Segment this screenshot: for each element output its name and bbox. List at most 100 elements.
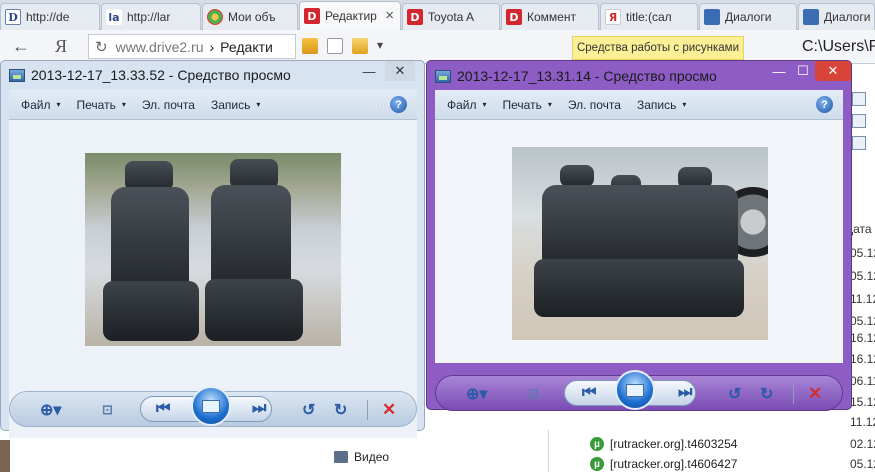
sidebar-item-video[interactable]: Видео xyxy=(334,450,389,464)
menu-burn[interactable]: Запись ▾ xyxy=(211,98,260,112)
separator xyxy=(367,400,368,420)
document-icon[interactable] xyxy=(327,38,343,54)
previous-icon[interactable]: ⏮ xyxy=(156,400,170,418)
menu-label: Файл xyxy=(447,97,477,112)
browser-tab[interactable]: Диалоги xyxy=(699,3,797,30)
menu-email[interactable]: Эл. почта xyxy=(142,98,195,112)
menu-file[interactable]: Файл ▾ xyxy=(447,98,487,112)
slideshow-button[interactable] xyxy=(615,370,655,410)
menu-label: Эл. почта xyxy=(141,97,195,112)
minimize-button[interactable]: — xyxy=(356,61,382,81)
window-title-text: 2013-12-17_13.33.52 - Средство просмо xyxy=(31,67,291,83)
help-icon[interactable]: ? xyxy=(390,96,407,113)
menu-print[interactable]: Печать ▾ xyxy=(503,98,552,112)
reload-icon[interactable]: ↻ xyxy=(95,38,108,56)
address-page: Редакти xyxy=(220,38,273,55)
back-arrow-icon[interactable]: ← xyxy=(12,36,30,57)
desktop-strip xyxy=(0,440,10,472)
browser-tab[interactable]: Мои объ xyxy=(202,3,298,30)
zoom-icon[interactable]: ⊕▾ xyxy=(466,384,487,404)
chevron-down-icon: ▾ xyxy=(682,100,687,109)
next-icon[interactable]: ⏭ xyxy=(252,400,266,418)
image-canvas[interactable] xyxy=(435,120,843,363)
folder-icon[interactable] xyxy=(302,38,318,54)
dropdown-arrow-icon[interactable]: ▾ xyxy=(377,38,387,54)
explorer-path: C:\Users\Ру xyxy=(802,38,875,55)
close-button[interactable]: ✕ xyxy=(815,61,851,81)
browser-tab[interactable]: D http://de xyxy=(0,3,100,30)
view-icon[interactable] xyxy=(852,136,866,150)
date-cell: 06.11. xyxy=(850,374,875,388)
window-title: 2013-12-17_13.33.52 - Средство просмо xyxy=(9,67,291,83)
favicon-icon xyxy=(704,9,720,25)
separator xyxy=(793,384,794,404)
chevron-down-icon: ▾ xyxy=(547,100,552,109)
actual-size-icon[interactable]: ⊡ xyxy=(102,402,113,418)
close-tab-icon[interactable]: × xyxy=(385,7,394,24)
minimize-button[interactable]: — xyxy=(767,61,791,81)
favicon-icon: Я xyxy=(605,9,621,25)
actual-size-icon[interactable]: ⊡ xyxy=(528,386,539,402)
viewer-menubar: Файл ▾ Печать ▾ Эл. почта Запись ▾ » ? xyxy=(435,90,843,120)
explorer-side-icons xyxy=(852,92,875,158)
view-icon[interactable] xyxy=(852,92,866,106)
window-title: 2013-12-17_13.31.14 - Средство просмо xyxy=(435,68,717,84)
file-row[interactable]: µ [rutracker.org].t4603254 xyxy=(590,437,737,451)
browser-tab-active[interactable]: D Редактир × xyxy=(299,1,401,30)
seat-cushion xyxy=(103,281,199,341)
help-icon[interactable]: ? xyxy=(816,96,833,113)
more-chevron-icon[interactable]: » xyxy=(804,98,811,112)
next-icon[interactable]: ⏭ xyxy=(678,384,692,402)
menu-print[interactable]: Печать ▾ xyxy=(77,98,126,112)
address-host: www.drive2.ru xyxy=(115,38,204,55)
rotate-cw-icon[interactable]: ↻ xyxy=(760,384,773,404)
new-folder-icon[interactable] xyxy=(352,38,368,54)
menu-file[interactable]: Файл ▾ xyxy=(21,98,61,112)
chevron-down-icon: ▾ xyxy=(121,100,126,109)
menu-label: Файл xyxy=(21,97,51,112)
address-bar[interactable]: ↻ www.drive2.ru › Редакти xyxy=(88,34,296,59)
ribbon-context-tab[interactable]: Средства работы с рисунками xyxy=(572,36,744,60)
browser-tab[interactable]: Я title:(сал xyxy=(600,3,698,30)
favicon-icon: D xyxy=(506,9,522,25)
view-icon[interactable] xyxy=(852,114,866,128)
zoom-icon[interactable]: ⊕▾ xyxy=(40,400,61,420)
chevron-down-icon: ▾ xyxy=(56,100,61,109)
more-chevron-icon[interactable]: » xyxy=(378,98,385,112)
delete-icon[interactable]: ✕ xyxy=(808,384,822,404)
date-cell: 05.12. xyxy=(850,457,875,471)
date-cell: 02.12. xyxy=(850,437,875,451)
favicon-icon: D xyxy=(5,9,21,25)
slideshow-button[interactable] xyxy=(191,386,231,426)
date-cell: 05.12. xyxy=(850,246,875,260)
rotate-cw-icon[interactable]: ↻ xyxy=(334,400,347,420)
browser-tab[interactable]: Диалоги xyxy=(798,3,875,30)
browser-tab-bar: D http://de la http://lar Мои объ D Реда… xyxy=(0,0,875,30)
yandex-logo-icon[interactable]: Я xyxy=(55,36,67,57)
menu-label: Запись xyxy=(210,97,251,112)
browser-tab[interactable]: D Коммент xyxy=(501,3,599,30)
menu-email[interactable]: Эл. почта xyxy=(568,98,621,112)
tab-label: Мои объ xyxy=(228,10,276,24)
maximize-button[interactable]: ☐ xyxy=(792,61,814,81)
viewer-controls: ⊕▾ ⊡ ⏮ ⏭ ↺ ↻ ✕ xyxy=(435,370,843,411)
favicon-icon xyxy=(803,9,819,25)
file-row[interactable]: µ [rutracker.org].t4606427 xyxy=(590,457,737,471)
menu-burn[interactable]: Запись ▾ xyxy=(637,98,686,112)
tab-label: Toyota A xyxy=(428,10,475,24)
date-cell: 11.12. xyxy=(850,292,875,306)
rotate-ccw-icon[interactable]: ↺ xyxy=(728,384,741,404)
date-cell: 15.12. xyxy=(850,395,875,409)
video-folder-icon xyxy=(334,451,348,463)
date-cell: 11.12. xyxy=(850,415,875,429)
tab-label: Диалоги xyxy=(824,10,870,24)
rotate-ccw-icon[interactable]: ↺ xyxy=(302,400,315,420)
browser-tab[interactable]: la http://lar xyxy=(101,3,201,30)
previous-icon[interactable]: ⏮ xyxy=(582,384,596,402)
browser-tab[interactable]: D Toyota A xyxy=(402,3,500,30)
delete-icon[interactable]: ✕ xyxy=(382,400,396,420)
date-cell: 05.12. xyxy=(850,269,875,283)
close-button[interactable]: ✕ xyxy=(385,61,415,81)
favicon-icon: D xyxy=(304,8,320,24)
menu-label: Печать xyxy=(76,97,116,112)
